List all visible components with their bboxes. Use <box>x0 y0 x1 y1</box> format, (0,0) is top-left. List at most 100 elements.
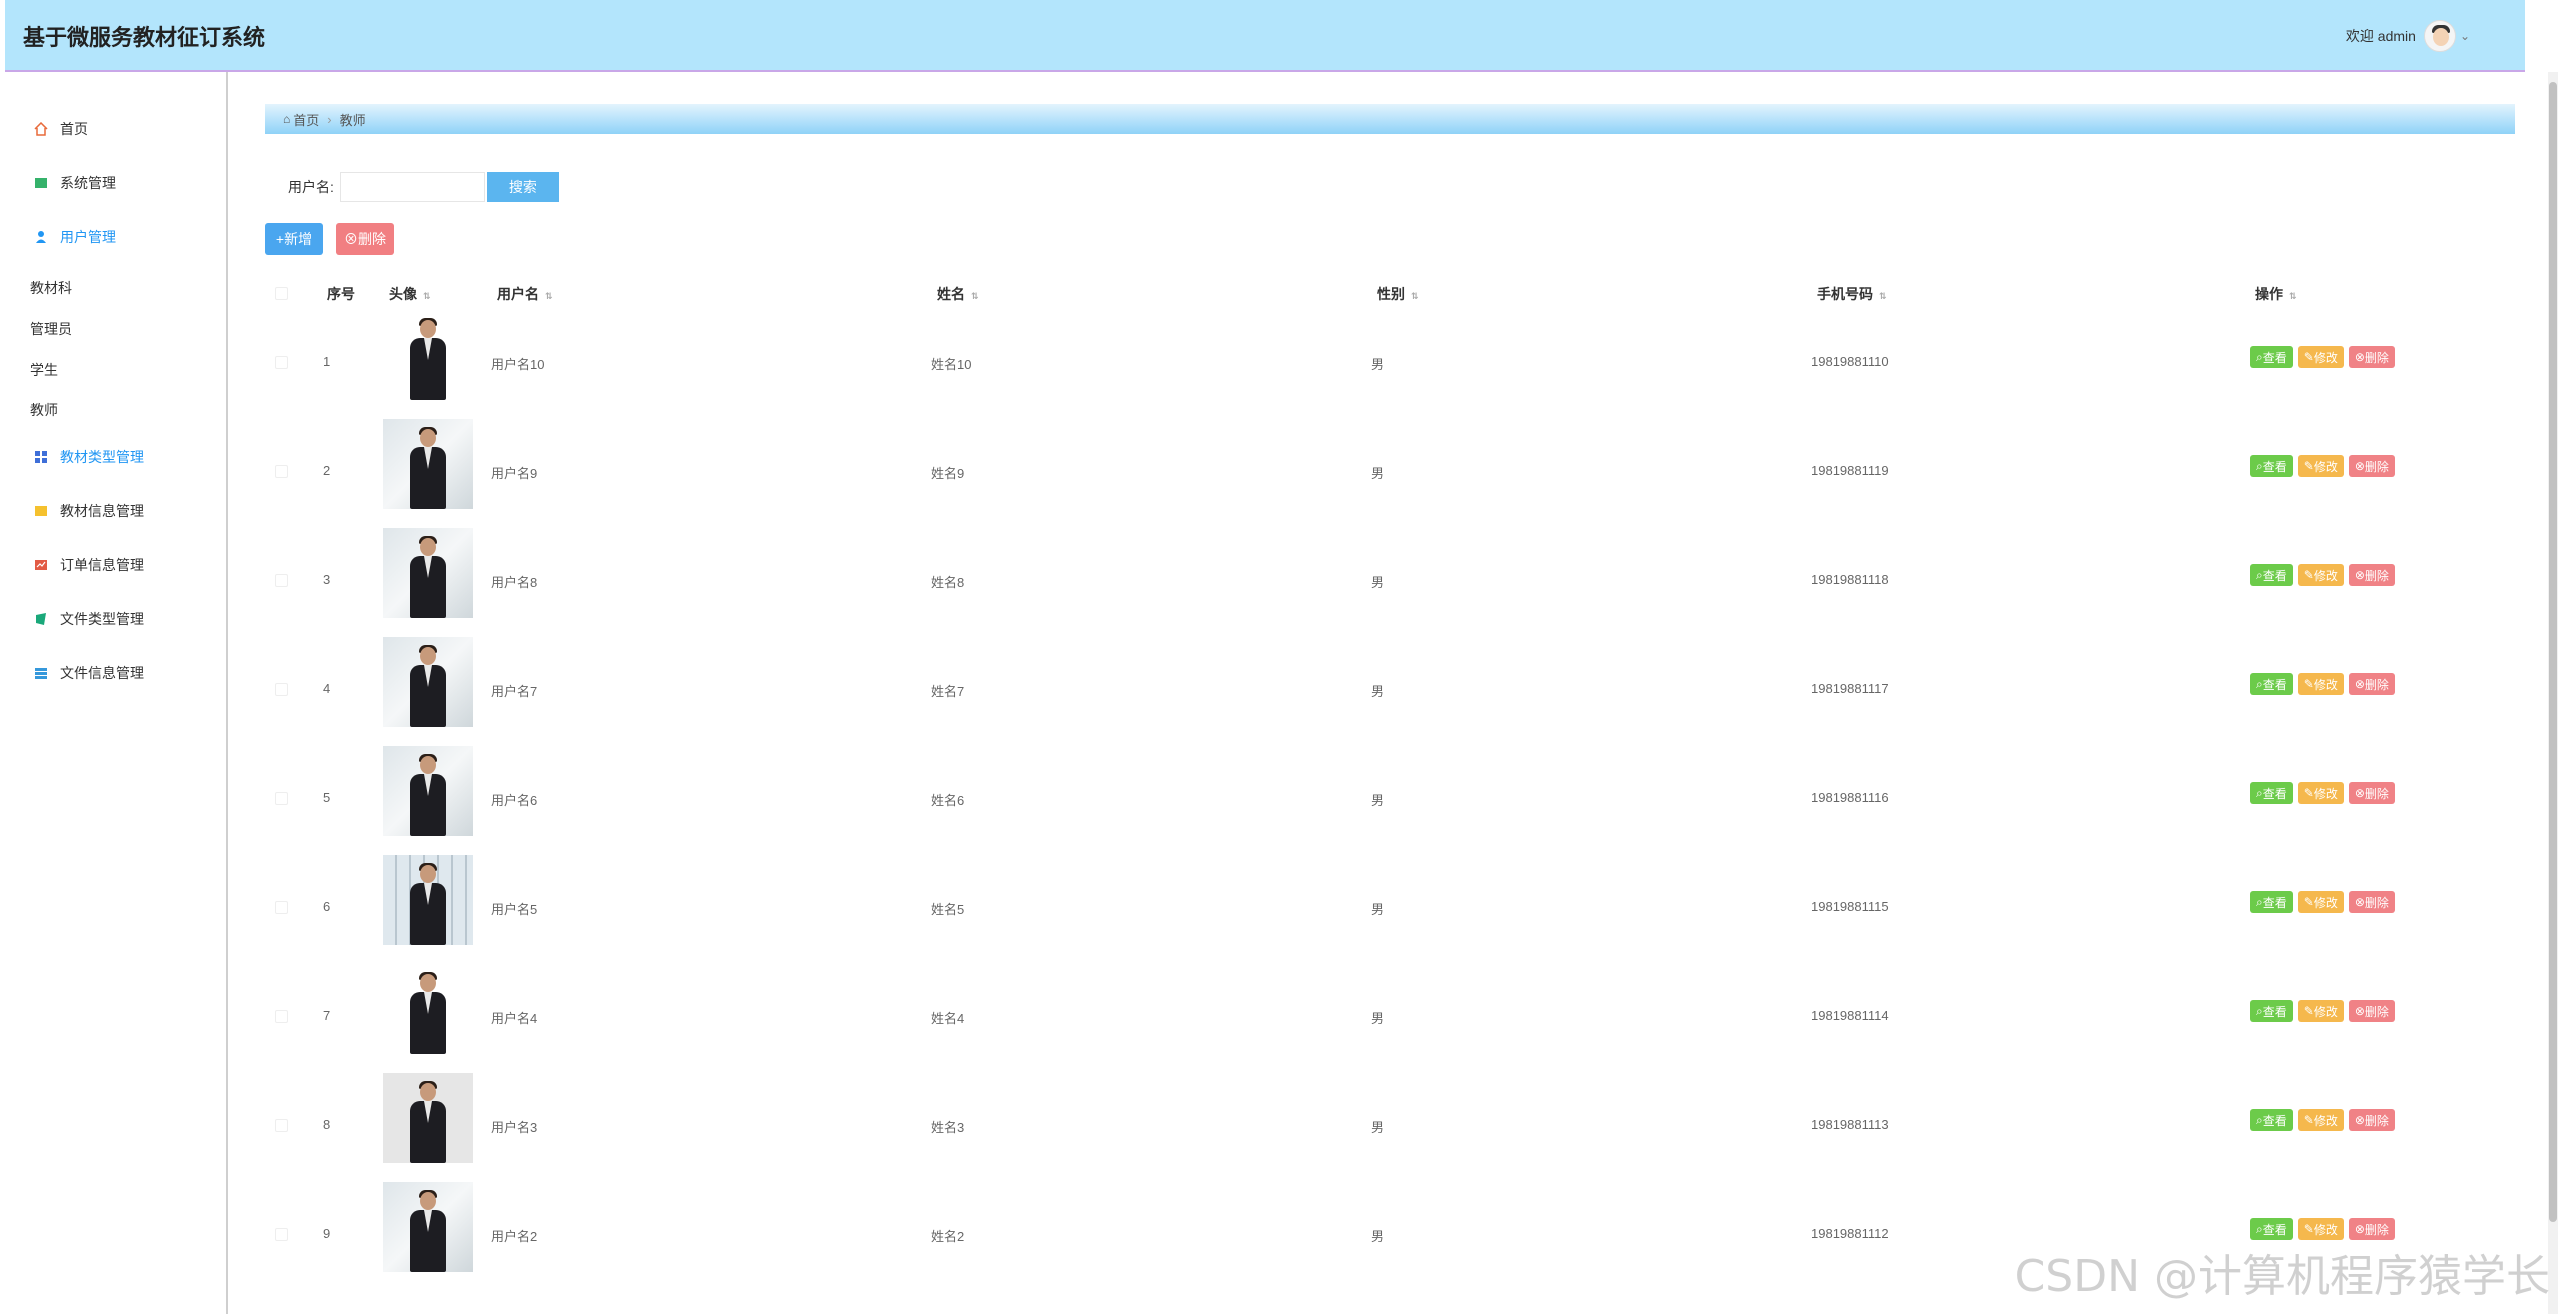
delete-label: 删除 <box>2364 1222 2389 1237</box>
row-checkbox[interactable] <box>275 574 288 587</box>
search-button[interactable]: 搜索 <box>486 172 559 202</box>
sidebar-item-home[interactable]: 首页 <box>34 114 88 144</box>
row-checkbox[interactable] <box>275 1010 288 1023</box>
view-label: 查看 <box>2262 350 2287 365</box>
edit-button[interactable]: ✎ 修改 <box>2297 782 2344 804</box>
header-gender[interactable]: 性别 ⇅ <box>1377 284 1419 304</box>
row-checkbox[interactable] <box>275 683 288 696</box>
edit-icon: ✎ <box>2303 1222 2314 1236</box>
view-button[interactable]: ⌕ 查看 <box>2250 346 2293 368</box>
edit-icon: ✎ <box>2303 568 2314 582</box>
vertical-scrollbar[interactable] <box>2548 72 2558 1314</box>
delete-button[interactable]: ⊗ 删除 <box>2348 891 2395 913</box>
row-checkbox[interactable] <box>275 356 288 369</box>
row-name: 姓名9 <box>931 466 965 481</box>
delete-button[interactable]: ⊗ 删除 <box>2348 673 2395 695</box>
view-button[interactable]: ⌕ 查看 <box>2250 1218 2293 1240</box>
header-avatar-label: 头像 <box>389 286 417 302</box>
sidebar-item-order-info[interactable]: 订单信息管理 <box>34 550 144 580</box>
edit-button[interactable]: ✎ 修改 <box>2297 673 2344 695</box>
row-username: 用户名2 <box>491 1229 538 1244</box>
edit-button[interactable]: ✎ 修改 <box>2297 1218 2344 1240</box>
delete-label: 删除 <box>2364 1113 2389 1128</box>
select-all-checkbox[interactable] <box>275 287 288 300</box>
breadcrumb-home[interactable]: 首页 <box>293 110 319 129</box>
chevron-down-icon[interactable]: ⌄ <box>2460 29 2470 43</box>
add-button[interactable]: +新增 <box>265 223 323 255</box>
edit-button[interactable]: ✎ 修改 <box>2297 1109 2344 1131</box>
delete-button[interactable]: ⊗ 删除 <box>2348 455 2395 477</box>
view-button[interactable]: ⌕ 查看 <box>2250 564 2293 586</box>
sort-icon[interactable]: ⇅ <box>423 291 431 301</box>
sidebar-item-file-type[interactable]: 文件类型管理 <box>34 604 144 634</box>
view-label: 查看 <box>2262 1004 2287 1019</box>
sidebar-subitem-student[interactable]: 学生 <box>30 360 58 380</box>
sort-icon[interactable]: ⇅ <box>545 291 553 301</box>
header-name[interactable]: 姓名 ⇅ <box>937 284 979 304</box>
sort-icon[interactable]: ⇅ <box>1411 291 1419 301</box>
view-button[interactable]: ⌕ 查看 <box>2250 673 2293 695</box>
row-gender: 男 <box>1371 1229 1385 1244</box>
edit-button[interactable]: ✎ 修改 <box>2297 455 2344 477</box>
edit-button[interactable]: ✎ 修改 <box>2297 891 2344 913</box>
row-actions: ⌕ 查看 ✎ 修改 ⊗ 删除 <box>2250 455 2400 477</box>
table-row: 8 用户名3 姓名3 男 19819881113 ⌕ 查看 ✎ 修改 ⊗ 删除 <box>265 1071 2515 1180</box>
sort-icon[interactable]: ⇅ <box>971 291 979 301</box>
view-button[interactable]: ⌕ 查看 <box>2250 891 2293 913</box>
sidebar-item-textbook-info[interactable]: 教材信息管理 <box>34 496 144 526</box>
edit-icon: ✎ <box>2303 459 2314 473</box>
close-icon: ⊗ <box>2354 1113 2365 1127</box>
sidebar-subitem-admin[interactable]: 管理员 <box>30 319 72 339</box>
sidebar-subitem-textbook-office[interactable]: 教材科 <box>30 278 72 298</box>
edit-label: 修改 <box>2313 568 2338 583</box>
sidebar: 首页 系统管理 用户管理 教材科 管理员 学生 教师 教材类型管理 教材信息管理… <box>0 72 228 1314</box>
sidebar-subitem-teacher[interactable]: 教师 <box>30 400 58 420</box>
scrollbar-thumb[interactable] <box>2549 82 2557 1222</box>
row-gender: 男 <box>1371 1011 1385 1026</box>
delete-button[interactable]: ⊗ 删除 <box>2348 782 2395 804</box>
user-menu[interactable]: 欢迎 admin ⌄ <box>2346 20 2470 52</box>
view-button[interactable]: ⌕ 查看 <box>2250 1109 2293 1131</box>
edit-button[interactable]: ✎ 修改 <box>2297 564 2344 586</box>
table-row: 4 用户名7 姓名7 男 19819881117 ⌕ 查看 ✎ 修改 ⊗ 删除 <box>265 635 2515 744</box>
header-ops[interactable]: 操作 ⇅ <box>2255 284 2297 304</box>
delete-label: 删除 <box>2364 459 2389 474</box>
edit-label: 修改 <box>2313 1222 2338 1237</box>
row-checkbox[interactable] <box>275 901 288 914</box>
top-header: 基于微服务教材征订系统 欢迎 admin ⌄ <box>5 0 2525 72</box>
row-checkbox[interactable] <box>275 792 288 805</box>
teacher-table: 序号 头像 ⇅ 用户名 ⇅ 姓名 ⇅ 性别 ⇅ 手机号码 ⇅ 操作 ⇅ 1 用户名10 姓名… <box>265 278 2515 1289</box>
sidebar-item-users[interactable]: 用户管理 <box>34 222 116 252</box>
delete-button[interactable]: ⊗ 删除 <box>2348 1218 2395 1240</box>
avatar-image <box>383 528 473 618</box>
delete-button[interactable]: ⊗ 删除 <box>2348 1000 2395 1022</box>
sort-icon[interactable]: ⇅ <box>2289 291 2297 301</box>
delete-button[interactable]: ⊗ 删除 <box>2348 564 2395 586</box>
row-checkbox[interactable] <box>275 465 288 478</box>
sidebar-item-system[interactable]: 系统管理 <box>34 168 116 198</box>
header-username[interactable]: 用户名 ⇅ <box>497 284 553 304</box>
view-button[interactable]: ⌕ 查看 <box>2250 455 2293 477</box>
sidebar-item-textbook-type[interactable]: 教材类型管理 <box>34 442 144 472</box>
edit-icon: ✎ <box>2303 677 2314 691</box>
edit-button[interactable]: ✎ 修改 <box>2297 1000 2344 1022</box>
row-index: 3 <box>323 572 331 587</box>
header-avatar[interactable]: 头像 ⇅ <box>389 284 431 304</box>
sidebar-item-file-info[interactable]: 文件信息管理 <box>34 658 144 688</box>
delete-button[interactable]: ⊗ 删除 <box>2348 1109 2395 1131</box>
view-label: 查看 <box>2262 1222 2287 1237</box>
row-checkbox[interactable] <box>275 1119 288 1132</box>
username-search-input[interactable] <box>339 172 485 202</box>
avatar-image <box>383 419 473 509</box>
delete-button[interactable]: ⊗ 删除 <box>2348 346 2395 368</box>
header-phone[interactable]: 手机号码 ⇅ <box>1817 284 1887 304</box>
batch-delete-button[interactable]: ⊗删除 <box>336 223 394 255</box>
view-button[interactable]: ⌕ 查看 <box>2250 1000 2293 1022</box>
header-phone-label: 手机号码 <box>1817 286 1873 302</box>
row-checkbox[interactable] <box>275 1228 288 1241</box>
user-avatar[interactable] <box>2423 20 2456 52</box>
sort-icon[interactable]: ⇅ <box>1879 291 1887 301</box>
view-button[interactable]: ⌕ 查看 <box>2250 782 2293 804</box>
edit-button[interactable]: ✎ 修改 <box>2297 346 2344 368</box>
view-label: 查看 <box>2262 895 2287 910</box>
